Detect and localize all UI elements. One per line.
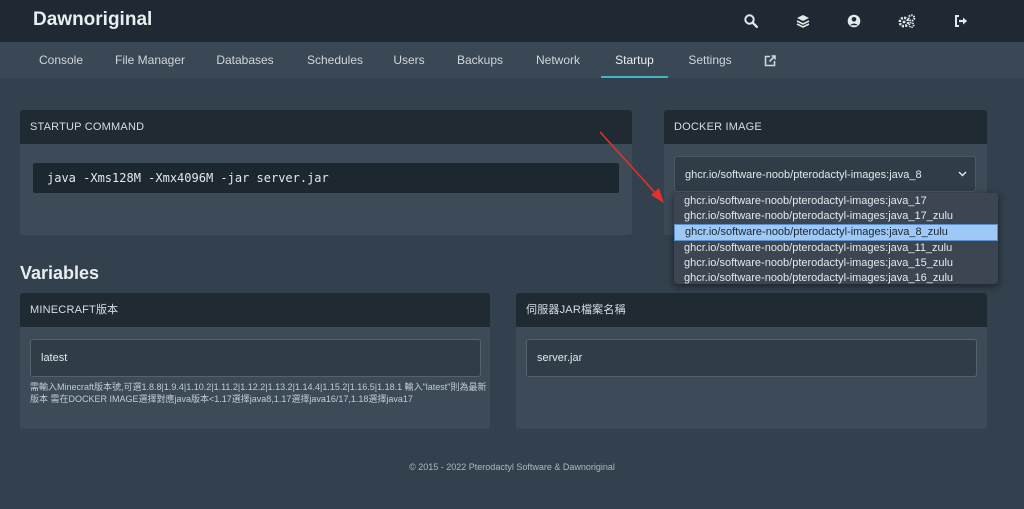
user-icon[interactable] <box>844 11 864 31</box>
startup-command-card: STARTUP COMMAND java -Xms128M -Xmx4096M … <box>20 110 632 235</box>
docker-image-option[interactable]: ghcr.io/software-noob/pterodactyl-images… <box>674 194 998 209</box>
minecraft-version-input[interactable]: latest <box>30 339 481 377</box>
footer-copyright: © 2015 - 2022 Pterodactyl Software & Daw… <box>409 462 615 472</box>
docker-image-option[interactable]: ghcr.io/software-noob/pterodactyl-images… <box>674 271 998 286</box>
variable-card-server-jar: 伺服器JAR檔案名稱 server.jar <box>516 293 987 429</box>
docker-image-header: DOCKER IMAGE <box>664 110 987 144</box>
docker-image-option[interactable]: ghcr.io/software-noob/pterodactyl-images… <box>674 256 998 271</box>
app-title[interactable]: Dawnoriginal <box>33 9 152 31</box>
tab-backups[interactable]: Backups <box>449 42 511 78</box>
variables-title: Variables <box>20 263 100 283</box>
top-navbar: Dawnoriginal <box>0 0 1024 42</box>
variable-header: 伺服器JAR檔案名稱 <box>516 293 987 327</box>
search-icon[interactable] <box>741 11 761 31</box>
sub-navigation: Console File Manager Databases Schedules… <box>0 42 1024 78</box>
tab-schedules[interactable]: Schedules <box>297 42 373 78</box>
variable-card-minecraft-version: MINECRAFT版本 latest 需輸入Minecraft版本號,可選1.8… <box>20 293 490 429</box>
startup-command-text[interactable]: java -Xms128M -Xmx4096M -jar server.jar <box>33 163 619 193</box>
chevron-down-icon <box>958 157 967 193</box>
tab-settings[interactable]: Settings <box>680 42 740 78</box>
tab-startup[interactable]: Startup <box>601 42 668 78</box>
cogs-icon[interactable] <box>897 11 917 31</box>
tab-file-manager[interactable]: File Manager <box>108 42 192 78</box>
docker-image-option[interactable]: ghcr.io/software-noob/pterodactyl-images… <box>674 209 998 224</box>
docker-image-options-list: ghcr.io/software-noob/pterodactyl-images… <box>674 193 998 284</box>
sign-out-icon[interactable] <box>951 11 971 31</box>
docker-image-selected-value: ghcr.io/software-noob/pterodactyl-images… <box>685 169 922 181</box>
docker-image-option[interactable]: ghcr.io/software-noob/pterodactyl-images… <box>674 241 998 256</box>
server-jar-input[interactable]: server.jar <box>526 339 977 377</box>
startup-command-header: STARTUP COMMAND <box>20 110 632 144</box>
tab-databases[interactable]: Databases <box>208 42 282 78</box>
active-tab-indicator <box>601 76 668 78</box>
tab-network[interactable]: Network <box>528 42 588 78</box>
docker-image-select[interactable]: ghcr.io/software-noob/pterodactyl-images… <box>674 156 976 192</box>
tab-console[interactable]: Console <box>30 42 92 78</box>
docker-image-option-highlighted[interactable]: ghcr.io/software-noob/pterodactyl-images… <box>674 224 998 241</box>
variable-description: 需輸入Minecraft版本號,可選1.8.8|1.9.4|1.10.2|1.1… <box>30 382 487 404</box>
layers-icon[interactable] <box>793 11 813 31</box>
external-link-icon[interactable] <box>758 42 782 78</box>
variable-header: MINECRAFT版本 <box>20 293 490 327</box>
tab-users[interactable]: Users <box>386 42 432 78</box>
